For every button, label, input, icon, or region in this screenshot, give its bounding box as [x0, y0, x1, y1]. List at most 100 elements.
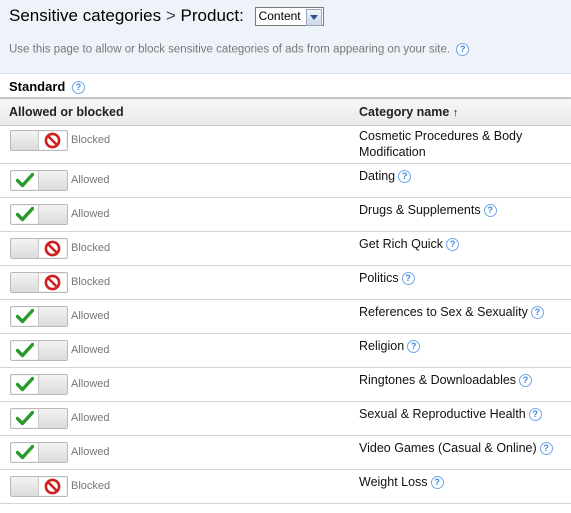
allow-block-toggle[interactable]: [10, 272, 68, 293]
status-label: Allowed: [71, 378, 110, 390]
product-label: Product:: [180, 6, 244, 25]
category-name: Cosmetic Procedures & Body Modification: [359, 128, 564, 160]
toggle-block-side[interactable]: [39, 273, 67, 292]
no-entry-icon: [44, 274, 61, 291]
help-icon[interactable]: ?: [430, 476, 444, 490]
checkmark-icon: [16, 172, 34, 188]
table-row: Allowed Religion?: [0, 334, 571, 368]
help-icon[interactable]: ?: [528, 408, 542, 422]
product-select-value: Content: [258, 9, 301, 23]
toggle-allow-side[interactable]: [11, 131, 39, 150]
toggle-allow-side[interactable]: [11, 307, 39, 326]
category-name: Dating?: [359, 168, 564, 184]
toggle-allow-side[interactable]: [11, 273, 39, 292]
table-row: Allowed Drugs & Supplements?: [0, 198, 571, 232]
status-label: Blocked: [71, 276, 111, 288]
toggle-block-side[interactable]: [39, 477, 67, 496]
status-label: Allowed: [71, 446, 110, 458]
allow-block-toggle[interactable]: [10, 170, 68, 191]
table-row: Blocked Cosmetic Procedures & Body Modifi…: [0, 124, 571, 164]
toggle-allow-side[interactable]: [11, 239, 39, 258]
category-table: Blocked Cosmetic Procedures & Body Modifi…: [0, 124, 571, 504]
help-icon[interactable]: ?: [446, 238, 460, 252]
status-label: Allowed: [71, 174, 110, 186]
category-name-text: Get Rich Quick: [359, 237, 444, 251]
category-name: References to Sex & Sexuality?: [359, 304, 564, 320]
allow-block-toggle[interactable]: [10, 130, 68, 151]
help-icon[interactable]: ?: [519, 374, 533, 388]
toggle-block-side[interactable]: [39, 443, 67, 462]
chevron-down-icon[interactable]: [305, 9, 322, 26]
table-row: Allowed Dating?: [0, 164, 571, 198]
status-label: Blocked: [71, 480, 111, 492]
no-entry-icon: [44, 478, 61, 495]
category-name-text: Cosmetic Procedures & Body Modification: [359, 129, 523, 159]
allow-block-toggle[interactable]: [10, 442, 68, 463]
section-title: Standard ?: [9, 79, 85, 95]
section-title-text: Standard: [9, 79, 66, 94]
table-row: Allowed Sexual & Reproductive Health?: [0, 402, 571, 436]
checkmark-icon: [16, 444, 34, 460]
category-name-text: Dating: [359, 169, 396, 183]
toggle-allow-side[interactable]: [11, 409, 39, 428]
category-name-text: Video Games (Casual & Online): [359, 441, 537, 455]
table-row: Blocked Weight Loss?: [0, 470, 571, 504]
category-name: Video Games (Casual & Online)?: [359, 440, 564, 456]
toggle-allow-side[interactable]: [11, 477, 39, 496]
category-name-text: Politics: [359, 271, 399, 285]
category-name-text: Sexual & Reproductive Health: [359, 407, 526, 421]
title-text: Sensitive categories: [9, 6, 162, 25]
toggle-allow-side[interactable]: [11, 341, 39, 360]
help-icon[interactable]: ?: [456, 43, 470, 56]
toggle-block-side[interactable]: [39, 409, 67, 428]
toggle-block-side[interactable]: [39, 341, 67, 360]
status-label: Allowed: [71, 344, 110, 356]
product-select[interactable]: Content: [254, 7, 324, 26]
toggle-allow-side[interactable]: [11, 205, 39, 224]
help-icon[interactable]: ?: [530, 306, 544, 320]
table-header: Allowed or blocked Category name ↑: [0, 97, 571, 126]
allow-block-toggle[interactable]: [10, 238, 68, 259]
category-name-text: Drugs & Supplements: [359, 203, 481, 217]
toggle-allow-side[interactable]: [11, 171, 39, 190]
status-label: Blocked: [71, 134, 111, 146]
allow-block-toggle[interactable]: [10, 408, 68, 429]
category-name: Drugs & Supplements?: [359, 202, 564, 218]
checkmark-icon: [16, 206, 34, 222]
status-label: Allowed: [71, 208, 110, 220]
help-icon[interactable]: ?: [401, 272, 415, 286]
toggle-allow-side[interactable]: [11, 375, 39, 394]
toggle-block-side[interactable]: [39, 307, 67, 326]
status-label: Allowed: [71, 412, 110, 424]
table-row: Allowed Video Games (Casual & Online)?: [0, 436, 571, 470]
checkmark-icon: [16, 342, 34, 358]
category-name-text: Weight Loss: [359, 475, 428, 489]
allow-block-toggle[interactable]: [10, 374, 68, 395]
table-row: Allowed Ringtones & Downloadables?: [0, 368, 571, 402]
help-icon[interactable]: ?: [539, 442, 553, 456]
category-name-text: Ringtones & Downloadables: [359, 373, 517, 387]
category-name: Get Rich Quick?: [359, 236, 564, 252]
breadcrumb-separator: >: [165, 6, 176, 25]
sort-arrow-icon: ↑: [452, 107, 459, 119]
category-name: Weight Loss?: [359, 474, 564, 490]
category-name: Ringtones & Downloadables?: [359, 372, 564, 388]
column-header-category[interactable]: Category name ↑: [359, 105, 458, 119]
allow-block-toggle[interactable]: [10, 340, 68, 361]
allow-block-toggle[interactable]: [10, 204, 68, 225]
checkmark-icon: [16, 376, 34, 392]
toggle-block-side[interactable]: [39, 205, 67, 224]
toggle-block-side[interactable]: [39, 171, 67, 190]
toggle-allow-side[interactable]: [11, 443, 39, 462]
toggle-block-side[interactable]: [39, 131, 67, 150]
toggle-block-side[interactable]: [39, 239, 67, 258]
allow-block-toggle[interactable]: [10, 306, 68, 327]
toggle-block-side[interactable]: [39, 375, 67, 394]
category-name: Politics?: [359, 270, 564, 286]
allow-block-toggle[interactable]: [10, 476, 68, 497]
column-header-status: Allowed or blocked: [9, 105, 124, 119]
help-icon[interactable]: ?: [71, 81, 85, 95]
help-icon[interactable]: ?: [483, 204, 497, 218]
help-icon[interactable]: ?: [398, 170, 412, 184]
help-icon[interactable]: ?: [407, 340, 421, 354]
